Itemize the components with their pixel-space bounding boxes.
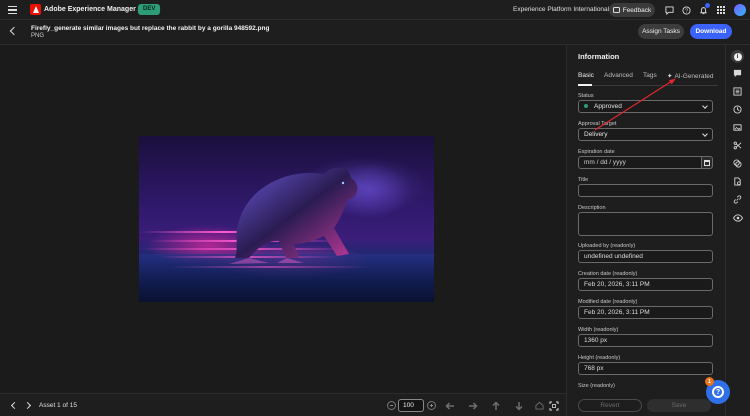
versions-icon[interactable] — [732, 158, 743, 169]
feedback-icon — [612, 7, 620, 13]
status-label: Status — [578, 93, 594, 99]
height-field: 768 px — [578, 362, 713, 375]
feedback-button[interactable]: Feedback — [609, 3, 655, 17]
description-label: Description — [578, 205, 606, 211]
renditions-image-icon[interactable] — [732, 122, 743, 133]
arrow-right-icon[interactable] — [467, 400, 478, 411]
notifications-bell-icon[interactable] — [698, 3, 710, 15]
sparkle-icon: ✦ — [667, 73, 673, 80]
expiration-date-label: Expiration date — [578, 149, 615, 155]
zoom-out-icon[interactable] — [387, 401, 396, 410]
chevron-down-icon — [702, 130, 708, 137]
chevron-down-icon — [702, 102, 708, 109]
environment-badge: DEV — [138, 4, 161, 15]
zoom-in-icon[interactable] — [427, 401, 436, 410]
asset-preview-canvas — [0, 45, 566, 393]
preview-eye-icon[interactable] — [732, 212, 743, 223]
user-avatar[interactable] — [734, 4, 746, 16]
metadata-list-icon[interactable] — [732, 86, 743, 97]
uploaded-by-label: Uploaded by (readonly) — [578, 243, 636, 249]
approval-target-label: Approval Target — [578, 121, 617, 127]
top-nav-bar: Adobe Experience Manager Assets DEV Expe… — [0, 0, 750, 20]
title-input[interactable] — [578, 184, 713, 197]
home-icon[interactable] — [534, 400, 545, 411]
title-label: Title — [578, 177, 589, 183]
status-picker[interactable]: Approved — [578, 100, 713, 113]
org-switcher[interactable]: Experience Platform International — [513, 6, 609, 13]
help-question-icon: ? — [712, 386, 724, 398]
width-label: Width (readonly) — [578, 327, 619, 333]
info-icon[interactable]: i — [731, 50, 744, 63]
chat-icon[interactable] — [664, 5, 674, 15]
gorilla-figure — [229, 167, 358, 264]
back-chevron-icon[interactable] — [9, 26, 19, 36]
tab-basic[interactable]: Basic — [578, 72, 594, 79]
notification-dot — [705, 3, 710, 8]
tab-tags[interactable]: Tags — [643, 72, 657, 79]
fit-to-screen-icon[interactable] — [548, 400, 559, 411]
app-switcher-grid-icon[interactable] — [716, 5, 726, 15]
hamburger-menu-icon[interactable] — [8, 5, 17, 15]
link-icon[interactable] — [732, 194, 743, 205]
height-label: Height (readonly) — [578, 355, 621, 361]
asset-file-type: PNG — [31, 33, 45, 39]
svg-text:?: ? — [685, 8, 688, 14]
asset-preview-image[interactable] — [139, 136, 434, 302]
comments-icon[interactable] — [732, 68, 743, 79]
smart-crop-scissors-icon[interactable] — [732, 140, 743, 151]
uploaded-by-field: undefined undefined — [578, 250, 713, 263]
calendar-button[interactable] — [701, 156, 713, 169]
info-tabs: Basic Advanced Tags ✦ AI-Generated — [578, 72, 718, 86]
panel-title: Information — [578, 52, 620, 61]
active-tab-indicator — [578, 84, 592, 86]
approval-target-picker[interactable]: Delivery — [578, 128, 713, 141]
expiration-date-input[interactable]: mm / dd / yyyy — [578, 156, 702, 169]
size-label: Size (readonly) — [578, 383, 615, 389]
tab-advanced[interactable]: Advanced — [604, 72, 633, 79]
asset-file-name: Firefly_generate similar images but repl… — [31, 25, 270, 32]
assign-tasks-button[interactable]: Assign Tasks — [638, 24, 684, 39]
arrow-down-icon[interactable] — [513, 400, 524, 411]
help-notification-badge: 1 — [705, 377, 714, 386]
right-rail: i — [725, 45, 750, 416]
tab-ai-generated[interactable]: ✦ AI-Generated — [667, 72, 713, 80]
next-asset-chevron-icon[interactable] — [23, 401, 32, 410]
approval-target-value: Delivery — [584, 131, 608, 138]
description-textarea[interactable] — [578, 212, 713, 236]
viewer-bottom-bar: Asset 1 of 15 — [0, 393, 566, 416]
modified-date-field: Feb 20, 2026, 3:11 PM — [578, 306, 713, 319]
feedback-label: Feedback — [622, 6, 652, 14]
arrow-left-icon[interactable] — [444, 400, 455, 411]
history-clock-icon[interactable] — [732, 104, 743, 115]
calendar-icon — [704, 159, 710, 166]
file-details-icon[interactable] — [732, 176, 743, 187]
status-value: Approved — [594, 103, 622, 110]
previous-asset-chevron-icon[interactable] — [10, 401, 19, 410]
save-button[interactable]: Save — [647, 399, 711, 412]
download-button[interactable]: Download — [690, 24, 732, 39]
width-field: 1360 px — [578, 334, 713, 347]
asset-header: Firefly_generate similar images but repl… — [0, 20, 750, 45]
arrow-up-icon[interactable] — [490, 400, 501, 411]
modified-date-label: Modified date (readonly) — [578, 299, 638, 305]
creation-date-label: Creation date (readonly) — [578, 271, 638, 277]
adobe-logo — [30, 4, 41, 15]
zoom-level-input[interactable] — [398, 399, 424, 412]
tab-ai-generated-label: AI-Generated — [674, 73, 714, 80]
status-dot-icon — [584, 104, 588, 108]
panel-footer: Revert Save — [567, 396, 726, 416]
information-panel: Information Basic Advanced Tags ✦ AI-Gene… — [566, 45, 725, 416]
creation-date-field: Feb 20, 2026, 3:11 PM — [578, 278, 713, 291]
asset-counter: Asset 1 of 15 — [39, 402, 77, 409]
help-icon[interactable]: ? — [681, 5, 691, 15]
revert-button[interactable]: Revert — [578, 399, 642, 412]
